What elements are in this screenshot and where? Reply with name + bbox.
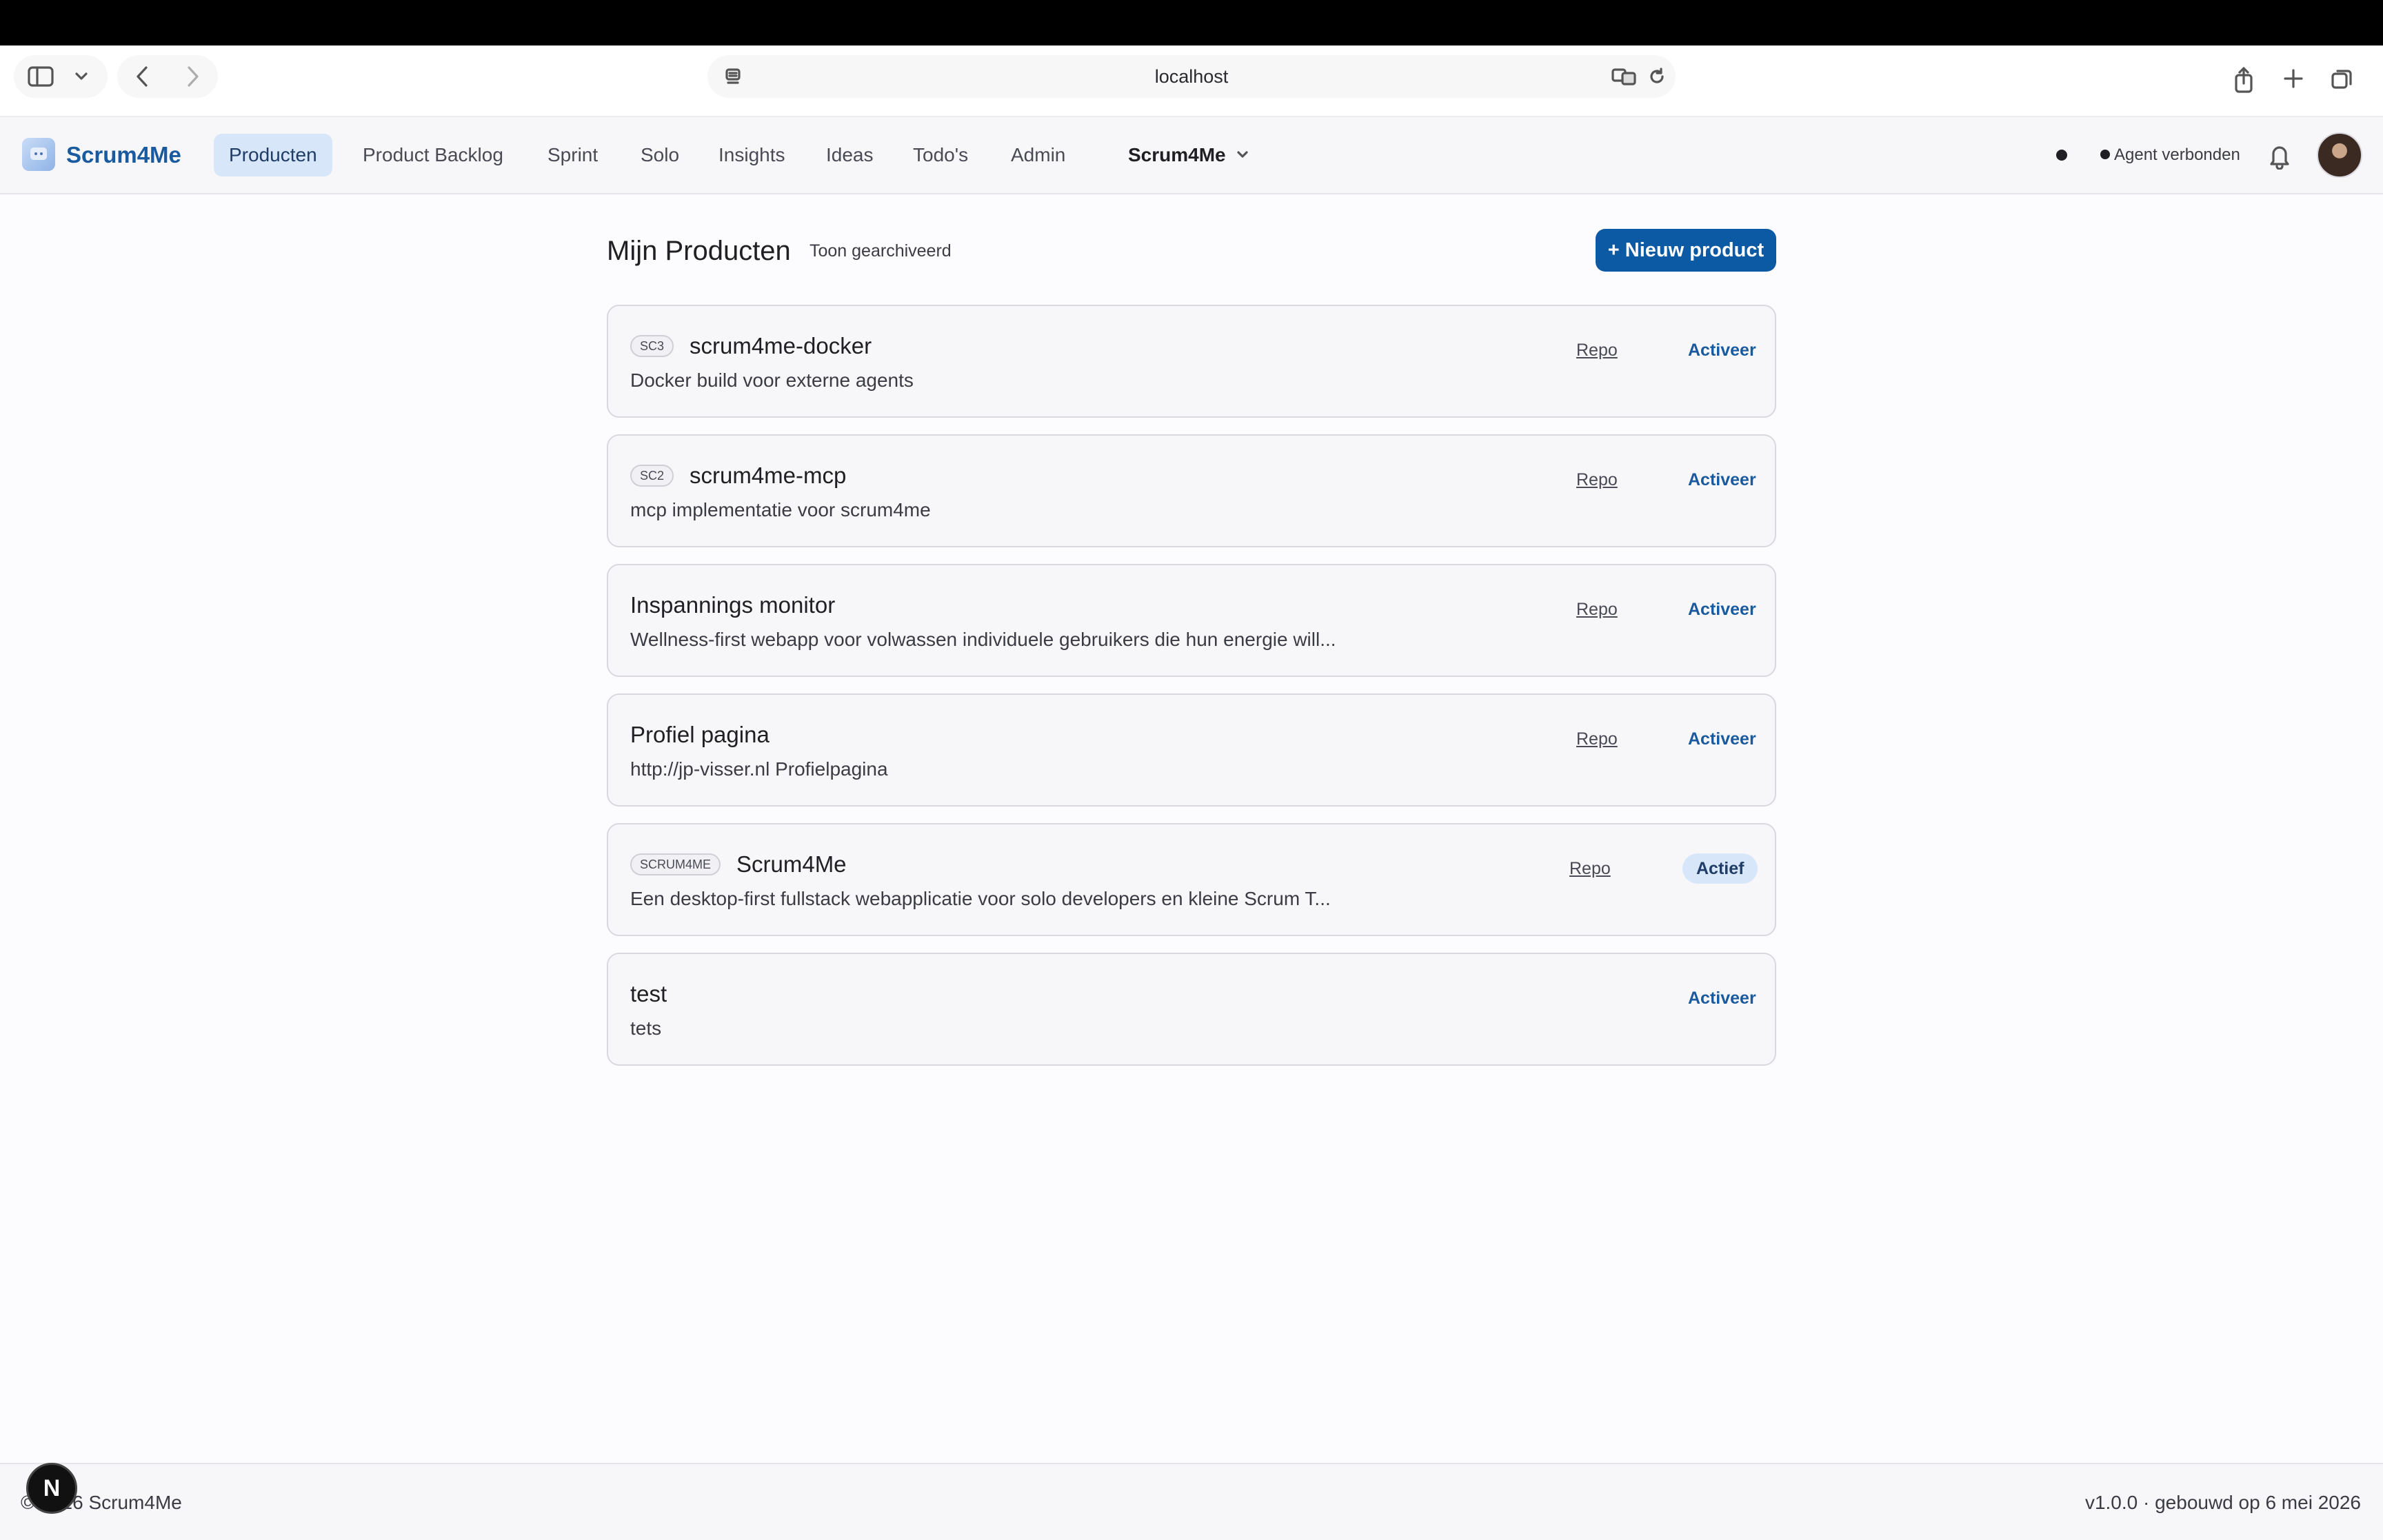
tab-overview-icon[interactable] [2329,66,2355,92]
nav-item-admin[interactable]: Admin [996,134,1080,176]
repo-link[interactable]: Repo [1576,466,1618,494]
nav-item-producten[interactable]: Producten [214,134,332,176]
nav-item-product-backlog[interactable]: Product Backlog [348,134,519,176]
product-description: tets [630,1017,662,1039]
product-code-badge: SCRUM4ME [630,853,721,875]
product-card[interactable]: test tets Activeer [607,953,1776,1066]
translate-icon[interactable] [1611,66,1638,87]
product-name: Inspannings monitor [630,592,836,618]
reload-icon[interactable] [1647,66,1667,87]
url-text[interactable]: localhost [707,55,1676,98]
avatar[interactable] [2317,132,2362,178]
app-navbar: Scrum4Me Producten Product Backlog Sprin… [0,117,2383,194]
bell-icon[interactable] [2266,141,2293,171]
chevron-down-icon [1235,148,1250,161]
agent-status: Agent verbonden [2100,138,2240,172]
product-description: mcp implementatie voor scrum4me [630,499,931,520]
new-tab-icon[interactable] [2281,66,2306,91]
forward-arrow-icon[interactable] [181,65,204,88]
connection-status-dot [2056,150,2067,161]
product-card[interactable]: SC3 scrum4me-docker Docker build voor ex… [607,305,1776,418]
os-top-bar [0,0,2383,45]
nav-item-insights[interactable]: Insights [703,134,801,176]
product-name: scrum4me-mcp [690,463,847,488]
repo-link[interactable]: Repo [1576,725,1618,753]
repo-link[interactable]: Repo [1576,336,1618,364]
app-logo-icon[interactable] [22,138,55,171]
nav-item-ideas[interactable]: Ideas [811,134,889,176]
product-card[interactable]: SCRUM4ME Scrum4Me Een desktop-first full… [607,823,1776,936]
dev-tools-badge[interactable]: N [26,1463,77,1514]
activate-button[interactable]: Activeer [1688,336,1756,364]
product-name: test [630,981,667,1006]
sidebar-toggle-group[interactable] [14,55,108,98]
nav-item-todos[interactable]: Todo's [898,134,983,176]
product-name: scrum4me-docker [690,333,872,358]
app-name[interactable]: Scrum4Me [66,138,181,172]
activate-button[interactable]: Activeer [1688,984,1756,1012]
sidebar-icon[interactable] [26,65,55,88]
address-bar[interactable]: localhost [707,55,1676,98]
show-archived-toggle[interactable]: Toon gearchiveerd [810,237,952,265]
agent-status-label: Agent verbonden [2114,145,2240,164]
product-card[interactable]: SC2 scrum4me-mcp mcp implementatie voor … [607,434,1776,547]
product-description: http://jp-visser.nl Profielpagina [630,758,888,780]
footer-version: v1.0.0 · gebouwd op 6 mei 2026 [2084,1492,2361,1513]
product-select-value: Scrum4Me [1128,144,1226,165]
repo-link[interactable]: Repo [1576,596,1618,623]
active-status-badge: Actief [1682,853,1758,884]
browser-toolbar: localhost [0,45,2383,117]
share-icon[interactable] [2231,65,2256,95]
history-nav-group [117,55,218,98]
chevron-down-icon[interactable] [72,68,91,85]
back-arrow-icon[interactable] [131,65,154,88]
product-name: Profiel pagina [630,722,770,747]
product-description: Wellness-first webapp voor volwassen ind… [630,629,1336,650]
new-product-button[interactable]: + Nieuw product [1596,229,1776,272]
product-code-badge: SC2 [630,465,674,487]
activate-button[interactable]: Activeer [1688,596,1756,623]
product-description: Een desktop-first fullstack webapplicati… [630,888,1331,909]
page-footer: © 2026 Scrum4Me v1.0.0 · gebouwd op 6 me… [0,1463,2383,1540]
product-card[interactable]: Profiel pagina http://jp-visser.nl Profi… [607,693,1776,807]
product-name: Scrum4Me [736,851,847,877]
nav-item-sprint[interactable]: Sprint [532,134,613,176]
product-card[interactable]: Inspannings monitor Wellness-first webap… [607,564,1776,677]
page-title: Mijn Producten [607,236,791,266]
agent-status-dot [2100,149,2110,159]
nav-item-solo[interactable]: Solo [625,134,694,176]
product-select[interactable]: Scrum4Me [1128,134,1250,176]
product-description: Docker build voor externe agents [630,369,914,391]
activate-button[interactable]: Activeer [1688,725,1756,753]
product-code-badge: SC3 [630,335,674,357]
repo-link[interactable]: Repo [1569,855,1611,882]
activate-button[interactable]: Activeer [1688,466,1756,494]
